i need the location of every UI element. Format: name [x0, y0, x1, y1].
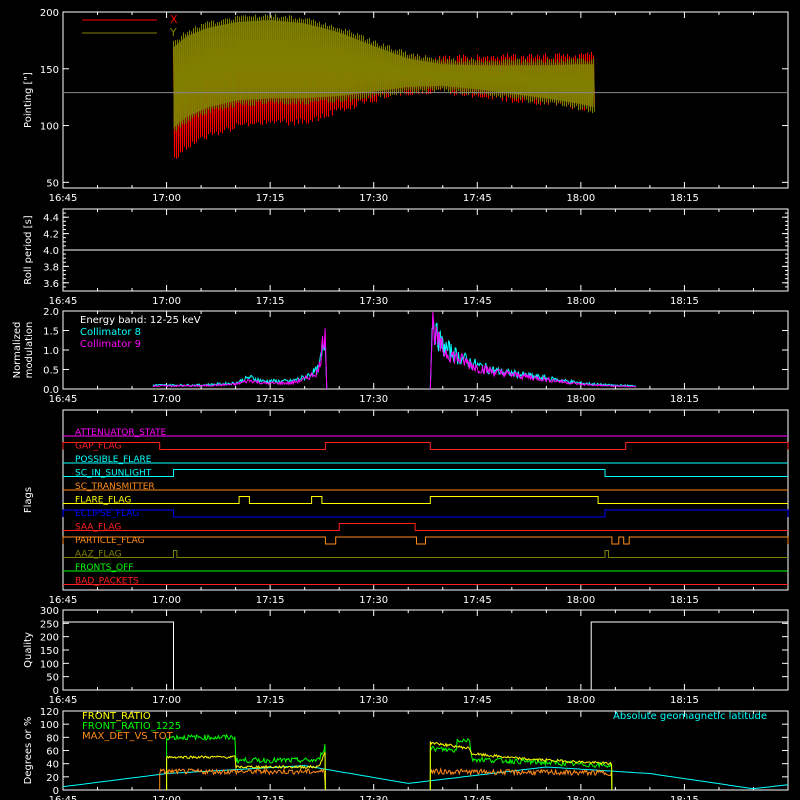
- time-tick-label: 17:00: [152, 595, 181, 606]
- y-tick-label: 60: [46, 747, 59, 758]
- y-tick-label: 150: [40, 65, 59, 76]
- y-tick-label: 50: [46, 673, 59, 684]
- flag-trace-aaz-flag: [63, 550, 788, 558]
- time-tick-label: 18:15: [670, 193, 699, 204]
- time-tick-label: 17:30: [359, 795, 388, 800]
- geomagnetic-latitude-annotation: Absolute geomagnetic latitude: [613, 711, 767, 722]
- quality-line: [63, 621, 788, 691]
- time-tick-label: 18:00: [566, 695, 595, 706]
- time-tick-label: 17:15: [256, 296, 285, 307]
- y-tick-label: 80: [46, 733, 59, 744]
- time-tick-label: 18:00: [566, 795, 595, 800]
- legend-label-y: Y: [169, 26, 177, 39]
- flag-trace-saa-flag: [63, 523, 788, 531]
- y-axis-label: Quality: [23, 632, 34, 668]
- y-tick-label: 100: [40, 122, 59, 133]
- y-tick-label: 1.0: [43, 346, 59, 357]
- time-tick-label: 17:45: [463, 695, 492, 706]
- time-tick-label: 17:30: [359, 394, 388, 405]
- time-tick-label: 17:00: [152, 795, 181, 800]
- time-tick-label: 18:15: [670, 695, 699, 706]
- time-tick-label: 17:30: [359, 193, 388, 204]
- y-tick-label: 40: [46, 760, 59, 771]
- legend-label-max-det-vs-tot: MAX_DET_VS_TOT: [82, 731, 174, 742]
- y-tick-label: 2.0: [43, 307, 59, 318]
- y-tick-label: 0: [53, 686, 59, 697]
- legend-label-collimator-8: Collimator 8: [80, 327, 141, 338]
- time-tick-label: 17:15: [256, 394, 285, 405]
- time-tick-label: 17:00: [152, 695, 181, 706]
- flag-trace-gap-flag: [62, 442, 789, 450]
- time-tick-label: 17:30: [359, 595, 388, 606]
- time-tick-label: 16:45: [49, 595, 78, 606]
- y-tick-label: 4.0: [43, 246, 59, 257]
- y-axis-label: Degrees or %: [23, 717, 34, 785]
- modulation-series-8-segment: [152, 339, 328, 390]
- y-axis-label: Roll period [s]: [23, 215, 34, 284]
- max-det-vs-tot-block-2: [429, 767, 613, 791]
- modulation-series-9-segment: [152, 328, 328, 390]
- y-axis-label: Normalized: [12, 322, 23, 379]
- time-tick-label: 17:45: [463, 296, 492, 307]
- time-tick-label: 17:00: [152, 394, 181, 405]
- time-tick-label: 17:15: [256, 695, 285, 706]
- flag-trace-eclipse-flag: [62, 509, 789, 518]
- time-tick-label: 17:15: [256, 193, 285, 204]
- panel-frame-4: [62, 409, 789, 591]
- y-axis-label: Pointing ["]: [23, 72, 34, 128]
- time-tick-label: 17:45: [463, 193, 492, 204]
- y-tick-label: 3.6: [43, 279, 59, 290]
- y-tick-label: 120: [40, 707, 59, 718]
- time-tick-label: 18:00: [566, 296, 595, 307]
- y-tick-label: 300: [40, 606, 59, 617]
- y-tick-label: 3.8: [43, 262, 59, 273]
- time-tick-label: 17:45: [463, 394, 492, 405]
- y-tick-label: 1.5: [43, 327, 59, 338]
- geomagnetic-latitude-line: [62, 765, 789, 790]
- time-tick-label: 17:00: [152, 296, 181, 307]
- y-tick-label: 20: [46, 773, 59, 784]
- energy-band-annotation: Energy band: 12-25 keV: [80, 315, 201, 326]
- time-tick-label: 17:30: [359, 296, 388, 307]
- time-tick-label: 16:45: [49, 296, 78, 307]
- legend-label-collimator-9: Collimator 9: [80, 339, 141, 350]
- y-tick-label: 0.5: [43, 366, 59, 377]
- time-tick-label: 17:30: [359, 695, 388, 706]
- legend-label-x: X: [170, 13, 178, 26]
- chart-figure: 16:45 17:00 17:15 17:30 17:45 18:00 18:15 50 100…: [12, 8, 789, 800]
- y-tick-label: 200: [40, 633, 59, 644]
- flag-trace-sc-in-sunlight: [63, 469, 788, 477]
- time-tick-label: 17:45: [463, 795, 492, 800]
- time-tick-label: 18:00: [566, 595, 595, 606]
- y-tick-label: 4.2: [43, 230, 59, 241]
- y-tick-label: 0.0: [43, 385, 59, 396]
- time-tick-label: 17:15: [256, 595, 285, 606]
- y-tick-label: 0: [53, 786, 59, 797]
- flag-trace-particle-flag: [62, 536, 789, 545]
- y-axis-label: modulation: [24, 322, 35, 379]
- time-tick-label: 18:15: [670, 394, 699, 405]
- y-tick-label: 4.4: [43, 213, 59, 224]
- y-axis-label: Flags: [23, 487, 34, 513]
- time-tick-label: 18:00: [566, 193, 595, 204]
- y-tick-label: 250: [40, 619, 59, 630]
- time-tick-label: 18:00: [566, 394, 595, 405]
- y-tick-label: 50: [46, 178, 59, 189]
- front-ratio-1225-block-1: [166, 733, 326, 791]
- time-tick-label: 17:15: [256, 795, 285, 800]
- time-tick-label: 18:15: [670, 795, 699, 800]
- time-tick-label: 16:45: [49, 193, 78, 204]
- y-tick-label: 100: [40, 659, 59, 670]
- y-tick-label: 150: [40, 646, 59, 657]
- flag-trace-flare-flag: [63, 496, 788, 504]
- time-tick-label: 18:15: [670, 296, 699, 307]
- time-tick-label: 17:00: [152, 193, 181, 204]
- y-tick-label: 100: [40, 720, 59, 731]
- time-tick-label: 18:15: [670, 595, 699, 606]
- y-tick-label: 200: [40, 8, 59, 19]
- time-tick-label: 17:45: [463, 595, 492, 606]
